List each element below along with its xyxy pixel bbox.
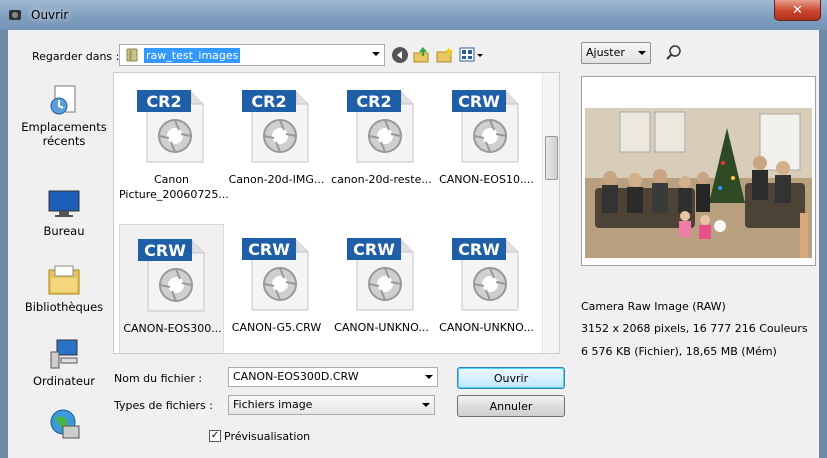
lookin-combo[interactable]: raw_test_images — [119, 44, 385, 66]
close-button[interactable]: ✕ — [774, 0, 821, 21]
place-label: Bibliothèques — [24, 300, 104, 314]
dialog-body: Regarder dans : raw_test_images Emplacem… — [8, 30, 819, 458]
file-item[interactable]: CRW CANON-UNKNO... — [434, 224, 539, 353]
window-title: Ouvrir — [31, 8, 69, 22]
title-bar: Ouvrir ✕ — [0, 0, 827, 30]
preview-checkbox[interactable]: ✓ — [209, 430, 221, 442]
raw-file-icon: CRW — [138, 239, 205, 312]
preview-dimensions: 3152 x 2068 pixels, 16 777 216 Couleurs — [581, 322, 808, 335]
file-name: canon-20d-reste... — [331, 173, 432, 186]
filetype-select[interactable]: Fichiers image — [228, 395, 435, 415]
file-badge: CRW — [353, 240, 395, 259]
place-label: Emplacements récents — [21, 120, 107, 148]
file-badge: CR2 — [146, 92, 181, 111]
filetype-value: Fichiers image — [233, 398, 313, 411]
preview-size: 6 576 KB (Fichier), 18,65 MB (Mém) — [581, 345, 777, 358]
file-badge: CR2 — [251, 92, 286, 111]
file-badge: CRW — [458, 92, 500, 111]
raw-file-icon: CRW — [452, 90, 519, 163]
desktop-icon — [48, 190, 80, 217]
filename-label: Nom du fichier : — [114, 372, 203, 385]
folder-icon — [126, 48, 138, 62]
chevron-down-icon[interactable] — [425, 375, 433, 379]
raw-file-icon: CRW — [242, 238, 309, 311]
app-icon — [9, 10, 21, 20]
preview-format: Camera Raw Image (RAW) — [581, 300, 726, 313]
file-item[interactable]: CRW CANON-EOS10.... — [434, 76, 539, 206]
places-bar: Emplacements récents Bureau Bibliothèque… — [19, 72, 109, 439]
place-desktop[interactable]: Bureau — [19, 188, 109, 238]
raw-file-icon: CR2 — [347, 90, 414, 163]
file-badge: CR2 — [356, 92, 391, 111]
up-folder-icon[interactable] — [413, 46, 431, 64]
chevron-down-icon — [422, 403, 430, 407]
place-network[interactable] — [19, 408, 109, 444]
file-list-view[interactable]: CR2 Canon Picture_20060725... CR2 Canon-20d… — [113, 72, 560, 354]
place-libraries[interactable]: Bibliothèques — [19, 264, 109, 314]
new-folder-icon[interactable] — [436, 46, 454, 64]
open-button[interactable]: Ouvrir — [457, 367, 565, 389]
scrollbar-thumb[interactable] — [545, 136, 558, 180]
fit-select[interactable]: Ajuster — [581, 42, 651, 64]
place-computer[interactable]: Ordinateur — [19, 338, 109, 388]
chevron-down-icon — [372, 52, 380, 56]
filename-input[interactable]: CANON-EOS300D.CRW — [228, 367, 438, 387]
raw-file-icon: CR2 — [137, 90, 204, 163]
file-name: CANON-G5.CRW — [231, 321, 322, 334]
file-name: Canon Picture_20060725... — [119, 173, 229, 201]
file-name: CANON-EOS300... — [123, 322, 222, 335]
file-name: Canon-20d-IMG... — [228, 173, 325, 186]
place-label: Ordinateur — [32, 374, 95, 388]
file-badge: CRW — [458, 240, 500, 259]
lookin-label: Regarder dans : — [32, 50, 120, 63]
lookin-value: raw_test_images — [144, 48, 241, 63]
view-menu-icon[interactable] — [459, 46, 485, 64]
fit-value: Ajuster — [586, 46, 625, 59]
recent-places-icon — [50, 85, 76, 115]
preview-checkbox-label: Prévisualisation — [224, 430, 311, 443]
preview-pane — [581, 76, 816, 266]
file-item[interactable]: CR2 Canon-20d-IMG... — [224, 76, 329, 206]
file-badge: CRW — [248, 240, 290, 259]
file-badge: CRW — [144, 241, 186, 260]
file-name: CANON-UNKNO... — [334, 321, 429, 334]
place-recent[interactable]: Emplacements récents — [19, 84, 109, 148]
computer-icon — [50, 339, 78, 369]
file-item[interactable]: CRW CANON-EOS300... — [119, 224, 224, 353]
filename-value: CANON-EOS300D.CRW — [233, 370, 359, 383]
file-name: CANON-UNKNO... — [439, 321, 534, 334]
place-label: Bureau — [43, 224, 85, 238]
raw-file-icon: CR2 — [242, 90, 309, 163]
file-item[interactable]: CR2 Canon Picture_20060725... — [119, 76, 229, 206]
raw-file-icon: CRW — [347, 238, 414, 311]
zoom-icon[interactable] — [666, 45, 682, 61]
file-item[interactable]: CRW CANON-G5.CRW — [224, 224, 329, 353]
filetype-label: Types de fichiers : — [114, 399, 213, 412]
chevron-down-icon — [638, 51, 646, 55]
vertical-scrollbar[interactable] — [542, 73, 559, 353]
file-item[interactable]: CR2 canon-20d-reste... — [329, 76, 434, 206]
raw-file-icon: CRW — [452, 238, 519, 311]
network-icon — [50, 409, 80, 439]
cancel-button[interactable]: Annuler — [457, 395, 565, 417]
libraries-icon — [48, 265, 80, 295]
preview-image — [585, 108, 812, 258]
file-item[interactable]: CRW CANON-UNKNO... — [329, 224, 434, 353]
back-icon[interactable] — [391, 46, 409, 64]
file-name: CANON-EOS10.... — [439, 173, 534, 186]
